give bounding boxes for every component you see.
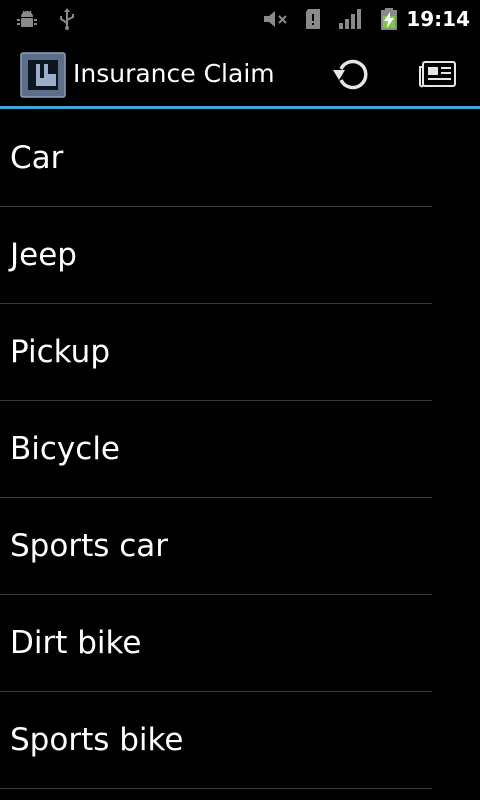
list-item-label: Sports car [10,528,169,564]
list-item-label: Car [10,140,64,176]
usb-icon [60,8,74,30]
refresh-button[interactable] [326,50,378,98]
status-bar: 19:14 [0,0,480,38]
list-item-label: Pickup [10,334,110,370]
list-item[interactable]: Jeep [0,207,432,304]
list-item-label: Bicycle [10,431,120,467]
muted-volume-icon [264,11,287,27]
list-divider [0,788,432,789]
list-item[interactable]: Pickup [0,304,432,401]
battery-charging-icon [381,8,397,30]
list-item[interactable]: Sports bike [0,692,432,789]
list-item-label: Jeep [10,237,77,273]
vehicle-type-list: Car Jeep Pickup Bicycle Sports car Dirt … [0,110,480,789]
sd-card-icon [306,9,320,29]
action-bar: Insurance Claim [0,38,480,108]
app-logo-icon [20,52,66,98]
list-item[interactable]: Car [0,110,432,207]
signal-icon [339,9,361,29]
list-item-label: Dirt bike [10,625,142,661]
clock: 19:14 [406,7,470,31]
list-item[interactable]: Dirt bike [0,595,432,692]
list-item-label: Sports bike [10,722,184,758]
news-button[interactable] [412,50,464,98]
list-item[interactable]: Bicycle [0,401,432,498]
android-debug-icon [17,10,37,27]
action-bar-divider [0,106,480,109]
list-item[interactable]: Sports car [0,498,432,595]
app-title: Insurance Claim [73,59,275,88]
refresh-icon [333,59,368,90]
newspaper-icon [419,61,456,88]
